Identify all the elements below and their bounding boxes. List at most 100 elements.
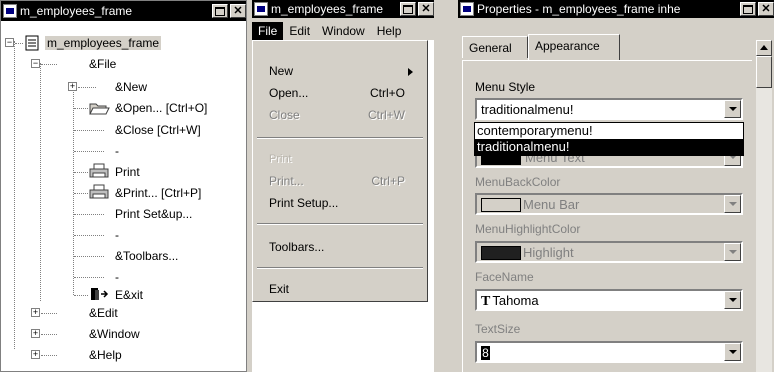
- tree-item-label: &Close [Ctrl+W]: [115, 123, 201, 137]
- menu-item-open[interactable]: Open... Ctrl+O: [269, 83, 419, 103]
- tree-item-label: -: [115, 228, 119, 242]
- maximize-button[interactable]: [740, 2, 756, 16]
- menu-edit[interactable]: Edit: [283, 22, 316, 40]
- maximize-button[interactable]: [212, 4, 228, 18]
- menu-separator: [257, 267, 423, 269]
- menu-item-close[interactable]: Close Ctrl+W: [269, 105, 419, 125]
- tree-item-exit[interactable]: E&xit: [115, 287, 143, 303]
- chevron-down-icon[interactable]: [724, 243, 741, 261]
- tree-item-label: &Print... [Ctrl+P]: [115, 186, 202, 200]
- tree-item-label: &File: [89, 57, 117, 71]
- menu-item-label: New: [269, 64, 294, 78]
- tree-item-open[interactable]: &Open... [Ctrl+O]: [115, 100, 207, 116]
- chevron-down-icon[interactable]: [724, 195, 741, 213]
- chevron-down-icon[interactable]: [724, 291, 741, 309]
- tree-item-label: &Edit: [89, 306, 118, 320]
- menu-tree-window: m_employees_frame ✕ − m_employees_frame …: [0, 0, 247, 372]
- menu-item-print-hidden[interactable]: Print: [269, 149, 419, 169]
- collapse-root-icon[interactable]: −: [5, 38, 14, 47]
- open-folder-icon: [89, 103, 110, 115]
- menu-item-exit[interactable]: Exit: [269, 279, 419, 299]
- menu-highlight-color-select[interactable]: Highlight: [475, 241, 743, 263]
- shortcut-label: Ctrl+W: [368, 108, 405, 122]
- printer-icon: [89, 184, 109, 199]
- menu-back-color-select[interactable]: Menu Bar: [475, 193, 743, 215]
- pane-splitter[interactable]: [434, 0, 458, 372]
- collapse-file-icon[interactable]: −: [31, 59, 40, 68]
- text-size-select[interactable]: 8: [475, 341, 743, 363]
- tree-item-label: &Window: [89, 327, 140, 341]
- menu-preview-window: m_employees_frame ✕ File Edit Window Hel…: [252, 0, 434, 372]
- tree-item-label: &Toolbars...: [115, 249, 179, 263]
- truetype-font-icon: T: [481, 294, 491, 309]
- expand-new-icon[interactable]: +: [68, 82, 77, 91]
- tree-item-print-setup[interactable]: Print Set&up...: [115, 206, 192, 222]
- menu-bar: File Edit Window Help: [252, 22, 434, 40]
- tree-item-separator[interactable]: -: [115, 227, 119, 243]
- menu-window[interactable]: Window: [316, 22, 371, 40]
- preview-window-titlebar[interactable]: m_employees_frame ✕: [252, 0, 434, 18]
- menu-item-label: Close: [269, 108, 300, 122]
- color-swatch: [481, 198, 521, 212]
- text-size-label: TextSize: [475, 322, 521, 336]
- scroll-up-icon[interactable]: [756, 40, 772, 56]
- menu-item-toolbars[interactable]: Toolbars...: [269, 237, 419, 257]
- text-size-display: 8: [481, 345, 490, 360]
- tree-item-label: -: [115, 270, 119, 284]
- menu-style-option[interactable]: contemporarymenu!: [475, 123, 743, 139]
- tree-item-separator[interactable]: -: [115, 269, 119, 285]
- tab-appearance[interactable]: Appearance: [528, 34, 620, 60]
- expand-window-icon[interactable]: +: [31, 329, 40, 338]
- tree-item-help[interactable]: &Help: [89, 347, 122, 363]
- scroll-thumb[interactable]: [756, 56, 772, 88]
- menu-item-label: Print...: [269, 174, 304, 188]
- menu-document-icon: [25, 35, 39, 51]
- preview-window-title: m_employees_frame: [271, 2, 384, 16]
- tree-window-titlebar[interactable]: m_employees_frame ✕: [1, 1, 246, 21]
- text-size-value: 8: [481, 346, 490, 360]
- menu-separator: [257, 223, 423, 225]
- close-button[interactable]: ✕: [418, 2, 434, 16]
- tree-item-new[interactable]: &New: [115, 79, 147, 95]
- tree-root-label: m_employees_frame: [45, 36, 162, 50]
- menu-help[interactable]: Help: [371, 22, 408, 40]
- menu-highlight-color-value: Highlight: [523, 245, 574, 260]
- face-name-select[interactable]: T Tahoma: [475, 289, 743, 311]
- menu-style-option-selected[interactable]: traditionalmenu!: [475, 139, 743, 155]
- tree-item-close[interactable]: &Close [Ctrl+W]: [115, 122, 201, 138]
- face-name-value: Tahoma: [492, 293, 539, 308]
- tree-item-toolbars[interactable]: &Toolbars...: [115, 248, 178, 264]
- maximize-button[interactable]: [400, 2, 416, 16]
- menu-file[interactable]: File: [252, 22, 284, 40]
- expand-help-icon[interactable]: +: [31, 350, 40, 359]
- menu-item-label: Toolbars...: [269, 240, 325, 254]
- tree-item-label: -: [115, 144, 119, 158]
- menu-item-print-setup[interactable]: Print Setup...: [269, 193, 419, 213]
- tree-root-item[interactable]: m_employees_frame: [45, 35, 162, 51]
- properties-window-titlebar[interactable]: Properties - m_employees_frame inhe ✕: [458, 0, 774, 18]
- close-button[interactable]: ✕: [230, 4, 246, 18]
- tree-item-label: &New: [115, 80, 148, 94]
- tree-item-label: &Open... [Ctrl+O]: [115, 101, 208, 115]
- menu-item-new[interactable]: New: [269, 61, 419, 81]
- tree-item-print[interactable]: Print: [115, 164, 140, 180]
- menu-item-print[interactable]: Print... Ctrl+P: [269, 171, 419, 191]
- menu-highlight-color-label: MenuHighlightColor: [475, 222, 581, 236]
- menu-style-dropdown-list: contemporarymenu! traditionalmenu!: [474, 122, 744, 156]
- tree-item-separator[interactable]: -: [115, 143, 119, 159]
- chevron-down-icon[interactable]: [724, 100, 741, 118]
- menu-style-select[interactable]: traditionalmenu!: [475, 98, 743, 120]
- menu-style-label: Menu Style: [475, 80, 536, 94]
- menu-item-label: Print Setup...: [269, 196, 339, 210]
- tree-item-edit[interactable]: &Edit: [89, 305, 118, 321]
- expand-edit-icon[interactable]: +: [31, 308, 40, 317]
- tree-item-print-dialog[interactable]: &Print... [Ctrl+P]: [115, 185, 201, 201]
- chevron-down-icon[interactable]: [724, 343, 741, 361]
- tree-item-window[interactable]: &Window: [89, 326, 140, 342]
- menu-item-label: Exit: [269, 282, 290, 296]
- tab-general[interactable]: General: [462, 36, 528, 58]
- close-button[interactable]: ✕: [758, 2, 774, 16]
- window-icon: [254, 2, 268, 16]
- properties-scrollbar[interactable]: [756, 40, 772, 372]
- tree-item-file[interactable]: &File: [89, 56, 116, 72]
